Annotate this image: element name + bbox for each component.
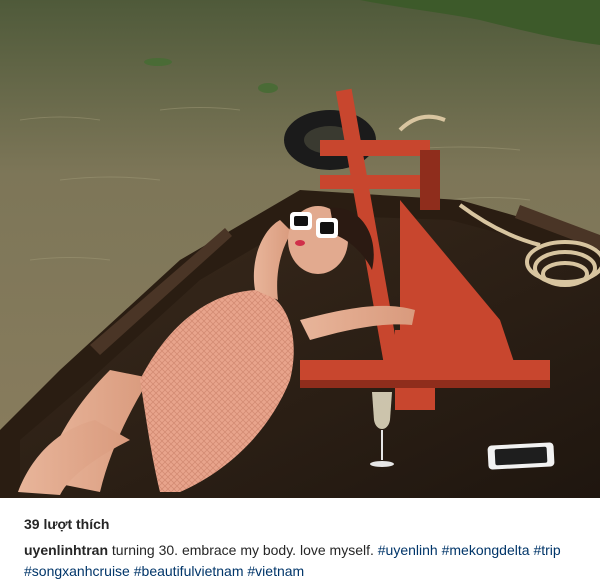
hashtag-link[interactable]: #uyenlinh xyxy=(378,542,438,558)
username-link[interactable]: uyenlinhtran xyxy=(24,542,108,558)
hashtag-link[interactable]: #mekongdelta xyxy=(442,542,530,558)
hashtag-link[interactable]: #vietnam xyxy=(247,563,304,579)
smartphone xyxy=(487,442,555,470)
water-plant xyxy=(258,83,278,93)
post-caption: uyenlinhtran turning 30. embrace my body… xyxy=(24,540,584,582)
caption-text: turning 30. embrace my body. love myself… xyxy=(111,542,374,558)
post-caption-area: 39 lượt thích uyenlinhtran turning 30. e… xyxy=(0,498,600,584)
water-plant xyxy=(144,58,172,66)
hashtag-link[interactable]: #beautifulvietnam xyxy=(134,563,244,579)
instagram-post: 39 lượt thích uyenlinhtran turning 30. e… xyxy=(0,0,600,584)
photo-illustration xyxy=(0,0,600,498)
hashtag-link[interactable]: #songxanhcruise xyxy=(24,563,130,579)
post-photo[interactable] xyxy=(0,0,600,498)
hashtag-link[interactable]: #trip xyxy=(533,542,560,558)
likes-count[interactable]: 39 lượt thích xyxy=(24,516,109,532)
